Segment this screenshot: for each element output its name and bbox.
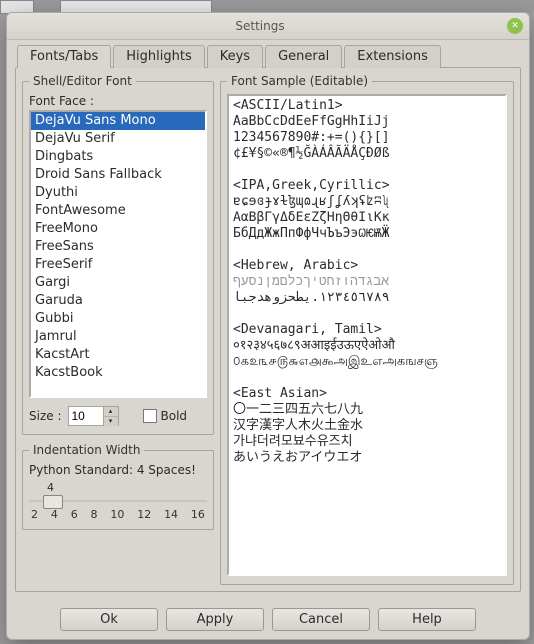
indent-text: Python Standard: 4 Spaces! (29, 463, 207, 477)
tick-label: 14 (164, 508, 178, 521)
spin-down-icon[interactable]: ▾ (104, 417, 118, 426)
tab-bar: Fonts/Tabs Highlights Keys General Exten… (17, 44, 521, 67)
dialog-buttons: Ok Apply Cancel Help (7, 600, 529, 639)
tab-highlights[interactable]: Highlights (113, 45, 204, 68)
font-face-listbox[interactable]: DejaVu Sans Mono DejaVu Serif Dingbats D… (29, 110, 207, 398)
list-item[interactable]: Gubbi (31, 310, 205, 328)
apply-button[interactable]: Apply (166, 608, 264, 631)
cancel-button[interactable]: Cancel (272, 608, 370, 631)
list-item[interactable]: Dyuthi (31, 184, 205, 202)
indent-ticks: 2 4 6 8 10 12 14 16 (29, 508, 207, 521)
window-title: Settings (13, 19, 507, 33)
indent-slider[interactable] (29, 496, 207, 506)
list-item[interactable]: Jamrul (31, 328, 205, 346)
titlebar: Settings (7, 13, 529, 40)
tick-label: 6 (71, 508, 78, 521)
font-face-label: Font Face : (29, 94, 207, 108)
size-label: Size : (29, 409, 62, 423)
list-item[interactable]: Gargi (31, 274, 205, 292)
tab-fonts-tabs[interactable]: Fonts/Tabs (17, 45, 111, 68)
list-item[interactable]: FontAwesome (31, 202, 205, 220)
font-legend: Shell/Editor Font (29, 74, 136, 88)
tab-general[interactable]: General (265, 45, 342, 68)
list-item[interactable]: DejaVu Sans Mono (31, 112, 205, 130)
spin-up-icon[interactable]: ▴ (104, 407, 118, 417)
size-spinner[interactable]: ▴ ▾ (68, 406, 119, 426)
indent-value: 4 (47, 481, 207, 494)
sample-legend: Font Sample (Editable) (227, 74, 372, 88)
list-item[interactable]: FreeSans (31, 238, 205, 256)
list-item[interactable]: Dingbats (31, 148, 205, 166)
close-icon[interactable] (507, 18, 523, 34)
tick-label: 8 (91, 508, 98, 521)
list-item[interactable]: FreeSerif (31, 256, 205, 274)
tab-page: Shell/Editor Font Font Face : DejaVu San… (15, 67, 521, 592)
window-body: Fonts/Tabs Highlights Keys General Exten… (7, 40, 529, 600)
checkbox-box[interactable] (143, 409, 157, 423)
tick-label: 2 (31, 508, 38, 521)
list-item[interactable]: KacstBook (31, 364, 205, 382)
indent-fieldset: Indentation Width Python Standard: 4 Spa… (22, 443, 214, 530)
list-item[interactable]: Droid Sans Fallback (31, 166, 205, 184)
settings-window: Settings Fonts/Tabs Highlights Keys Gene… (6, 12, 530, 640)
ok-button[interactable]: Ok (60, 608, 158, 631)
desktop-background (0, 0, 534, 12)
help-button[interactable]: Help (378, 608, 476, 631)
indent-legend: Indentation Width (29, 443, 144, 457)
tab-extensions[interactable]: Extensions (344, 45, 441, 68)
list-item[interactable]: Garuda (31, 292, 205, 310)
font-sample-textarea[interactable]: <ASCII/Latin1> AaBbCcDdEeFfGgHhIiJj 1234… (227, 94, 507, 576)
tab-keys[interactable]: Keys (207, 45, 263, 68)
list-item[interactable]: FreeMono (31, 220, 205, 238)
tick-label: 16 (191, 508, 205, 521)
list-item[interactable]: KacstArt (31, 346, 205, 364)
bold-label: Bold (161, 409, 188, 423)
slider-thumb[interactable] (43, 495, 63, 509)
right-column: Font Sample (Editable) <ASCII/Latin1> Aa… (220, 74, 514, 585)
list-item[interactable]: DejaVu Serif (31, 130, 205, 148)
sample-fieldset: Font Sample (Editable) <ASCII/Latin1> Aa… (220, 74, 514, 585)
bold-checkbox[interactable]: Bold (143, 409, 188, 423)
font-size-row: Size : ▴ ▾ Bold (29, 406, 207, 426)
tick-label: 4 (51, 508, 58, 521)
tick-label: 10 (110, 508, 124, 521)
font-fieldset: Shell/Editor Font Font Face : DejaVu San… (22, 74, 214, 435)
left-column: Shell/Editor Font Font Face : DejaVu San… (22, 74, 214, 585)
tick-label: 12 (137, 508, 151, 521)
size-input[interactable] (69, 409, 103, 423)
